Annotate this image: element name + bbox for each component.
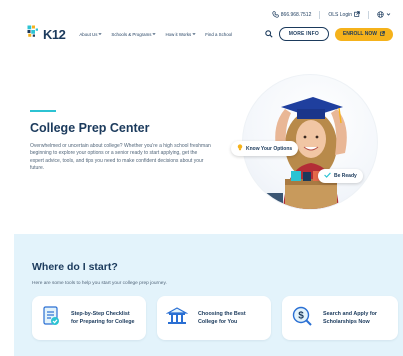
- nav-item-label: About Us: [79, 31, 98, 37]
- card-checklist[interactable]: Step-by-Step Checklist for Preparing for…: [32, 296, 146, 340]
- chevron-down-icon: [98, 32, 102, 37]
- lightbulb-icon: [237, 144, 243, 153]
- k12-logo[interactable]: K12: [26, 24, 66, 44]
- chevron-down-icon: [152, 32, 156, 37]
- card-label: Choosing the Best College for You: [198, 311, 246, 325]
- card-choosing-college[interactable]: Choosing the Best College for You: [157, 296, 271, 340]
- nav-item-label: Find a School: [205, 31, 233, 37]
- search-icon[interactable]: [265, 25, 273, 43]
- nav-item-label: Schools & Programs: [111, 31, 152, 37]
- chevron-down-icon: [192, 32, 196, 37]
- phone-number: 866.968.7512: [280, 12, 312, 18]
- external-link-icon: [380, 30, 385, 38]
- nav-item-how-it-works[interactable]: How it Works: [165, 32, 196, 37]
- main-nav: K12 About Us Schools & Programs How it W…: [0, 22, 403, 46]
- chevron-down-icon: [386, 12, 391, 19]
- card-label: Search and Apply for Scholarships Now: [323, 311, 378, 325]
- know-your-options-badge: Know Your Options: [231, 141, 299, 156]
- where-do-i-start-section: Where do I start? Here are some tools to…: [14, 234, 403, 356]
- phone-icon: [272, 10, 279, 20]
- card-scholarships[interactable]: $ Search and Apply for Scholarships Now: [282, 296, 398, 340]
- section-subtitle: Here are some tools to help you start yo…: [32, 281, 167, 286]
- nav-item-label: How it Works: [165, 31, 192, 37]
- be-ready-label: Be Ready: [334, 173, 357, 179]
- k12-logo-mark-icon: [26, 24, 41, 44]
- checklist-icon: [41, 305, 61, 332]
- nav-actions: MORE INFO ENROLL NOW: [265, 25, 393, 43]
- enroll-now-button[interactable]: ENROLL NOW: [334, 27, 393, 41]
- know-your-options-label: Know Your Options: [246, 145, 293, 152]
- hero-description: Overwhelmed or uncertain about college? …: [30, 143, 211, 171]
- nav-item-about-us[interactable]: About Us: [79, 32, 102, 37]
- more-info-button[interactable]: MORE INFO: [278, 27, 329, 41]
- k12-logo-text: K12: [43, 26, 66, 42]
- utility-divider: [368, 11, 369, 19]
- checkmark-icon: [324, 172, 331, 180]
- phone-link[interactable]: 866.968.7512: [272, 10, 312, 20]
- enroll-now-label: ENROLL NOW: [342, 31, 377, 37]
- language-selector[interactable]: [377, 10, 391, 20]
- globe-icon: [377, 10, 384, 20]
- hero-accent-line: [30, 110, 56, 112]
- hero-section: College Prep Center Overwhelmed or uncer…: [0, 46, 403, 234]
- college-building-icon: [165, 306, 189, 331]
- external-link-icon: [354, 11, 360, 19]
- svg-text:$: $: [298, 310, 304, 321]
- utility-divider: [319, 11, 321, 19]
- nav-item-schools-programs[interactable]: Schools & Programs: [111, 32, 156, 37]
- ols-login-link[interactable]: OLS Login: [328, 11, 360, 19]
- ols-login-label: OLS Login: [328, 12, 352, 18]
- utility-bar: 866.968.7512 OLS Login: [0, 8, 403, 22]
- page-title: College Prep Center: [30, 121, 150, 135]
- section-title: Where do I start?: [32, 261, 118, 273]
- nav-links: About Us Schools & Programs How it Works…: [79, 32, 232, 37]
- dollar-search-icon: $: [291, 305, 313, 332]
- be-ready-badge: Be Ready: [318, 169, 363, 183]
- card-label: Step-by-Step Checklist for Preparing for…: [71, 311, 135, 325]
- nav-item-find-a-school[interactable]: Find a School: [205, 32, 232, 37]
